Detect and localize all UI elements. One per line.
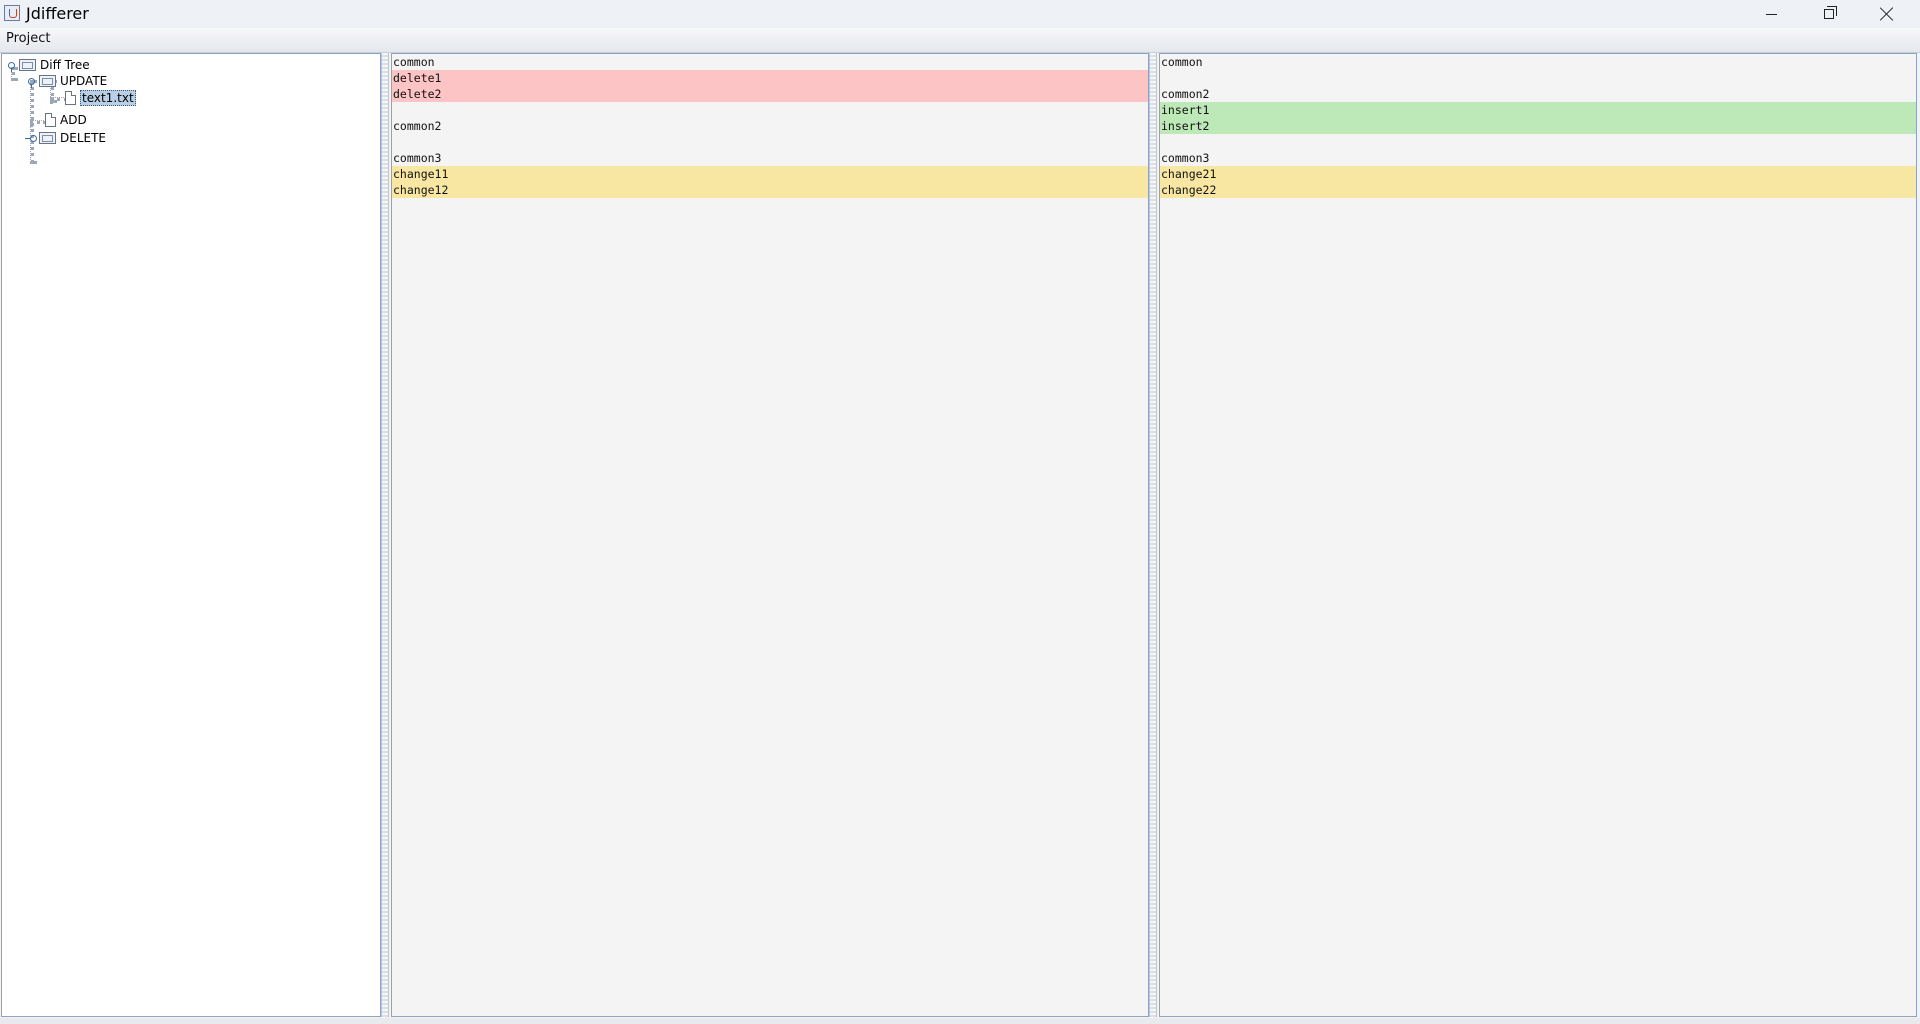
left-diff-line: common2: [393, 119, 442, 133]
right-diff-line: insert1: [1160, 102, 1916, 118]
tree-node-add[interactable]: ADD: [45, 112, 87, 128]
collapse-toggle-icon[interactable]: [25, 134, 37, 142]
expand-toggle-icon[interactable]: [7, 61, 15, 72]
splitter-left[interactable]: [381, 53, 389, 1017]
file-icon: [65, 91, 76, 105]
left-diff-line: common: [393, 55, 435, 69]
minimize-button[interactable]: [1742, 0, 1800, 28]
left-diff-pane[interactable]: common delete1 delete2 common2 common3 change…: [391, 53, 1149, 1017]
tree-node-root[interactable]: Diff Tree: [7, 57, 90, 73]
right-diff-line: common3: [1161, 151, 1210, 165]
close-icon: [1880, 7, 1894, 21]
java-app-icon: [4, 5, 20, 21]
left-diff-line: delete2: [392, 86, 1148, 102]
right-diff-pane[interactable]: common common2 insert1 insert2 common3 change…: [1159, 53, 1917, 1017]
tree-file-label: text1.txt: [80, 90, 136, 106]
tree-node-text1[interactable]: text1.txt: [65, 90, 136, 106]
tree-root-label: Diff Tree: [40, 58, 90, 72]
tree-node-delete[interactable]: DELETE: [25, 130, 107, 146]
tree-update-label: UPDATE: [60, 74, 108, 88]
close-button[interactable]: [1858, 0, 1916, 28]
folder-icon: [19, 59, 36, 71]
left-diff-line: delete1: [392, 70, 1148, 86]
expand-toggle-icon[interactable]: [27, 77, 35, 88]
minimize-icon: [1765, 13, 1777, 15]
right-diff-line: common: [1161, 55, 1203, 69]
right-diff-line: [1160, 70, 1916, 86]
folder-icon: [39, 75, 56, 87]
bottom-border: [0, 1018, 1920, 1024]
splitter-right[interactable]: [1149, 53, 1157, 1017]
window-title: Jdifferer: [26, 4, 89, 23]
left-diff-line: change12: [392, 182, 1148, 198]
tree-add-label: ADD: [60, 113, 87, 127]
restore-button[interactable]: [1800, 0, 1858, 28]
right-diff-line: [1160, 134, 1916, 150]
restore-icon: [1824, 6, 1837, 19]
right-diff-line: change21: [1160, 166, 1916, 182]
left-diff-line: [392, 102, 1148, 118]
tree-delete-label: DELETE: [60, 131, 107, 145]
tree-node-update[interactable]: UPDATE: [27, 73, 107, 89]
right-diff-line: common2: [1161, 87, 1210, 101]
menu-bar: Project: [0, 28, 1920, 53]
left-diff-line: change11: [392, 166, 1148, 182]
file-icon: [45, 113, 56, 127]
folder-icon: [39, 132, 56, 144]
left-diff-line: common3: [393, 151, 442, 165]
right-diff-line: change22: [1160, 182, 1916, 198]
menu-project[interactable]: Project: [6, 31, 50, 46]
title-bar: Jdifferer: [0, 0, 1920, 28]
left-diff-line: [392, 134, 1148, 150]
diff-tree-panel[interactable]: Diff Tree UPDATE text1.txt ADD DELETE: [1, 53, 381, 1017]
right-diff-line: insert2: [1160, 118, 1916, 134]
